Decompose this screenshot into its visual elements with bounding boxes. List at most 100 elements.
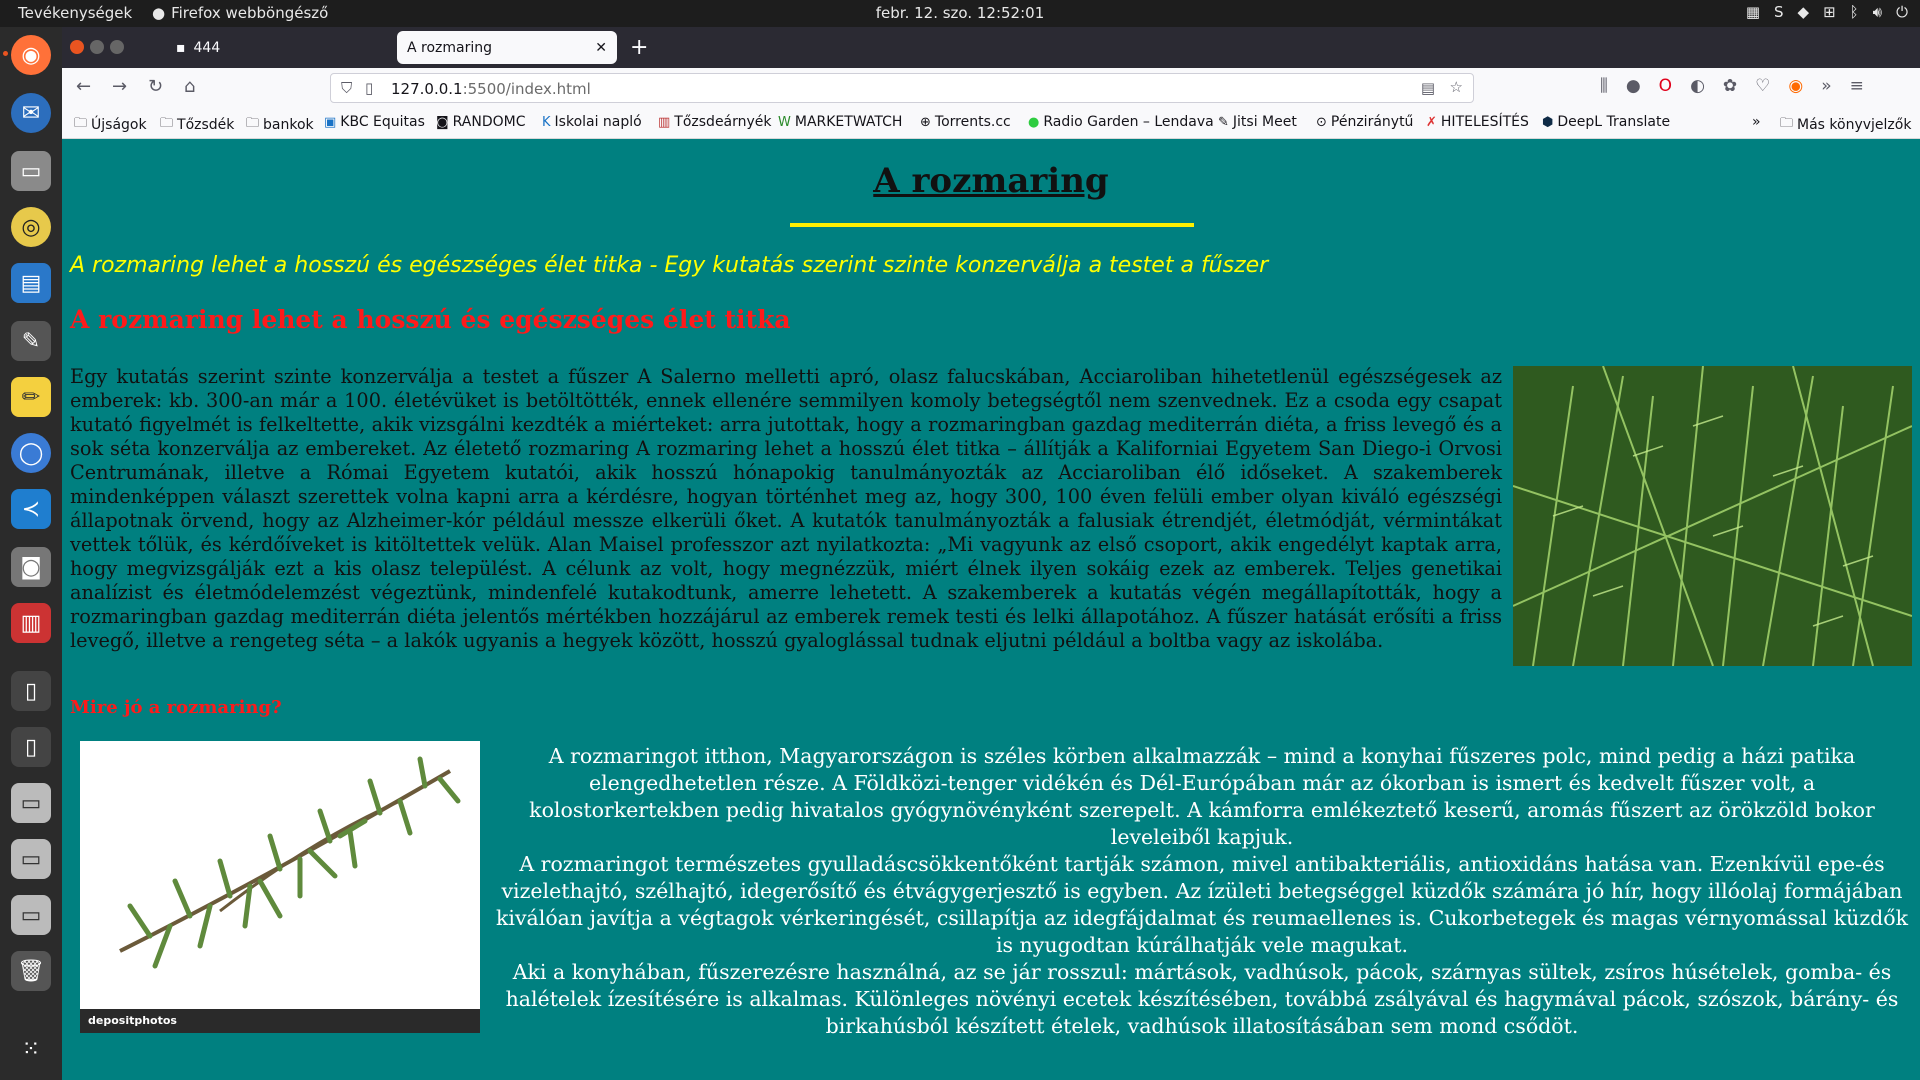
- account-icon[interactable]: ●: [1626, 76, 1641, 96]
- url-bar[interactable]: ⛉ ▯ 127.0.0.1:5500/index.html ▤ ☆: [330, 73, 1474, 103]
- opera-extension-icon[interactable]: O: [1659, 76, 1672, 96]
- forward-button[interactable]: →: [112, 76, 127, 97]
- close-window-button[interactable]: [70, 40, 84, 54]
- bookmark-item[interactable]: ▣ KBC Equitas: [324, 114, 425, 130]
- back-button[interactable]: ←: [76, 76, 91, 97]
- bookmark-label: HITELESÍTÉS: [1440, 114, 1529, 130]
- reload-button[interactable]: ↻: [148, 76, 163, 97]
- usb-drive-icon[interactable]: ▯: [11, 671, 51, 711]
- sign-icon: ✗: [1426, 114, 1437, 130]
- deepl-icon: ⬢: [1542, 114, 1554, 130]
- extension-icon[interactable]: ◐: [1690, 76, 1705, 96]
- bookmark-label: Torrents.cc: [934, 114, 1011, 130]
- url-host: 127.0.0.1: [391, 80, 463, 98]
- document-viewer-icon[interactable]: ▥: [11, 603, 51, 643]
- bookmark-item[interactable]: ● Radio Garden – Lendava: [1028, 114, 1214, 130]
- drive-icon[interactable]: ▭: [11, 839, 51, 879]
- files-icon[interactable]: ▭: [11, 151, 51, 191]
- system-tray[interactable]: ▦ S ◆ ⊞ ᛒ 🔊︎ ⏻: [1746, 3, 1908, 21]
- new-tab-button[interactable]: +: [630, 35, 648, 60]
- hamburger-menu-icon[interactable]: ≡: [1850, 76, 1864, 96]
- watermark-text: depositphotos: [88, 1014, 177, 1027]
- chart-icon: ▥: [658, 114, 671, 130]
- chromium-icon[interactable]: ◯: [11, 433, 51, 473]
- url-text[interactable]: 127.0.0.1:5500/index.html: [391, 80, 591, 98]
- bookmark-label: MARKETWATCH: [794, 114, 903, 130]
- shield-icon[interactable]: ⛉: [341, 79, 352, 97]
- kreta-icon: K: [542, 114, 551, 130]
- bookmark-item[interactable]: ◙ RANDOMC: [436, 114, 526, 130]
- bookmark-item[interactable]: 🗀 Újságok: [74, 114, 147, 136]
- bookmark-item[interactable]: K Iskolai napló: [542, 114, 642, 130]
- bookmark-item[interactable]: ✗ HITELESÍTÉS: [1426, 114, 1529, 130]
- power-icon[interactable]: ⏻: [1896, 3, 1908, 21]
- tab-label: A rozmaring: [407, 39, 493, 56]
- clock[interactable]: febr. 12. szo. 12:52:01: [0, 4, 1920, 22]
- bookmark-item[interactable]: 🗀 Tőzsdék: [160, 114, 234, 136]
- trash-icon[interactable]: 🗑︎: [11, 951, 51, 991]
- article-paragraph: A rozmaringot itthon, Magyarországon is …: [529, 744, 1875, 849]
- bookmark-label: Más könyvjelzők: [1797, 117, 1912, 133]
- dock: ◉ ✉ ▭ ◎ ▤ ✎ ✏ ◯ ≺ ◙ ▥ ▯ ▯ ▭ ▭ ▭ 🗑︎ ⁙: [0, 27, 62, 1080]
- volume-icon[interactable]: 🔊︎: [1873, 3, 1882, 21]
- rhythmbox-icon[interactable]: ◎: [11, 207, 51, 247]
- bookmark-item[interactable]: ⊙ Pénziránytű: [1316, 114, 1413, 130]
- gimp-icon[interactable]: ✎: [11, 321, 51, 361]
- maximize-window-button[interactable]: [110, 40, 124, 54]
- page-title: A rozmaring: [873, 161, 1109, 201]
- system-top-bar: Tevékenységek ● Firefox webböngésző febr…: [0, 0, 1920, 27]
- bookmark-label: bankok: [263, 117, 314, 133]
- bookmark-label: DeepL Translate: [1557, 114, 1671, 130]
- drive-icon[interactable]: ▭: [11, 783, 51, 823]
- tab-favicon-icon: ▪: [176, 39, 186, 56]
- thunderbird-icon[interactable]: ✉: [11, 93, 51, 133]
- drive-icon[interactable]: ▭: [11, 895, 51, 935]
- writer-icon[interactable]: ▤: [11, 263, 51, 303]
- skype-icon[interactable]: S: [1774, 3, 1784, 21]
- page-info-icon[interactable]: ▯: [365, 79, 373, 97]
- tab-a-rozmaring[interactable]: A rozmaring ✕: [397, 31, 617, 64]
- bookmark-label: Pénziránytű: [1330, 114, 1414, 130]
- brave-extension-icon[interactable]: ◉: [1788, 76, 1803, 96]
- article-text-block: A rozmaringot itthon, Magyarországon is …: [492, 743, 1912, 1040]
- jitsi-icon: ✎: [1218, 114, 1229, 130]
- bookmark-item[interactable]: 🗀 bankok: [246, 114, 314, 136]
- minimize-window-button[interactable]: [90, 40, 104, 54]
- dropbox-icon[interactable]: ◆: [1798, 3, 1810, 21]
- bookmark-label: KBC Equitas: [340, 114, 425, 130]
- firefox-icon[interactable]: ◉: [11, 35, 51, 75]
- network-icon[interactable]: ⊞: [1823, 3, 1836, 21]
- overflow-menu-icon[interactable]: »: [1821, 76, 1831, 96]
- other-bookmarks[interactable]: 🗀 Más könyvjelzők: [1780, 114, 1911, 136]
- title-rule: [790, 223, 1194, 227]
- camera-icon[interactable]: ◙: [11, 547, 51, 587]
- text-editor-icon[interactable]: ✏: [11, 377, 51, 417]
- app-grid-icon[interactable]: ⁙: [11, 1029, 51, 1069]
- navigation-toolbar: ← → ↻ ⌂ ⛉ ▯ 127.0.0.1:5500/index.html ▤ …: [62, 68, 1920, 108]
- bookmark-label: Radio Garden – Lendava: [1043, 114, 1214, 130]
- home-button[interactable]: ⌂: [184, 76, 195, 97]
- pocket-icon[interactable]: ♡: [1755, 76, 1770, 96]
- bluetooth-icon[interactable]: ᛒ: [1850, 3, 1859, 21]
- bookmarks-overflow-button[interactable]: »: [1752, 114, 1761, 130]
- gear-extension-icon[interactable]: ✿: [1723, 76, 1737, 96]
- library-icon[interactable]: ⫼: [1600, 76, 1608, 96]
- reader-view-icon[interactable]: ▤: [1421, 79, 1435, 97]
- article-paragraph: Egy kutatás szerint szinte konzerválja a…: [70, 365, 1502, 652]
- usb-drive-icon[interactable]: ▯: [11, 727, 51, 767]
- folder-icon: 🗀: [74, 116, 88, 131]
- close-tab-icon[interactable]: ✕: [595, 40, 607, 56]
- bookmark-item[interactable]: ⊕ Torrents.cc: [920, 114, 1011, 130]
- qr-icon[interactable]: ▦: [1746, 3, 1760, 21]
- bookmark-label: Tőzsdeárnyék: [674, 114, 772, 130]
- kbc-icon: ▣: [324, 114, 337, 130]
- bookmark-label: Iskolai napló: [554, 114, 642, 130]
- folder-icon: 🗀: [1780, 116, 1794, 131]
- bookmark-star-icon[interactable]: ☆: [1450, 78, 1463, 96]
- bookmark-item[interactable]: W MARKETWATCH: [778, 114, 902, 130]
- folder-icon: 🗀: [246, 116, 260, 131]
- bookmark-item[interactable]: ✎ Jitsi Meet: [1218, 114, 1297, 130]
- vscode-icon[interactable]: ≺: [11, 489, 51, 529]
- bookmark-item[interactable]: ⬢ DeepL Translate: [1542, 114, 1670, 130]
- bookmark-item[interactable]: ▥ Tőzsdeárnyék: [658, 114, 772, 130]
